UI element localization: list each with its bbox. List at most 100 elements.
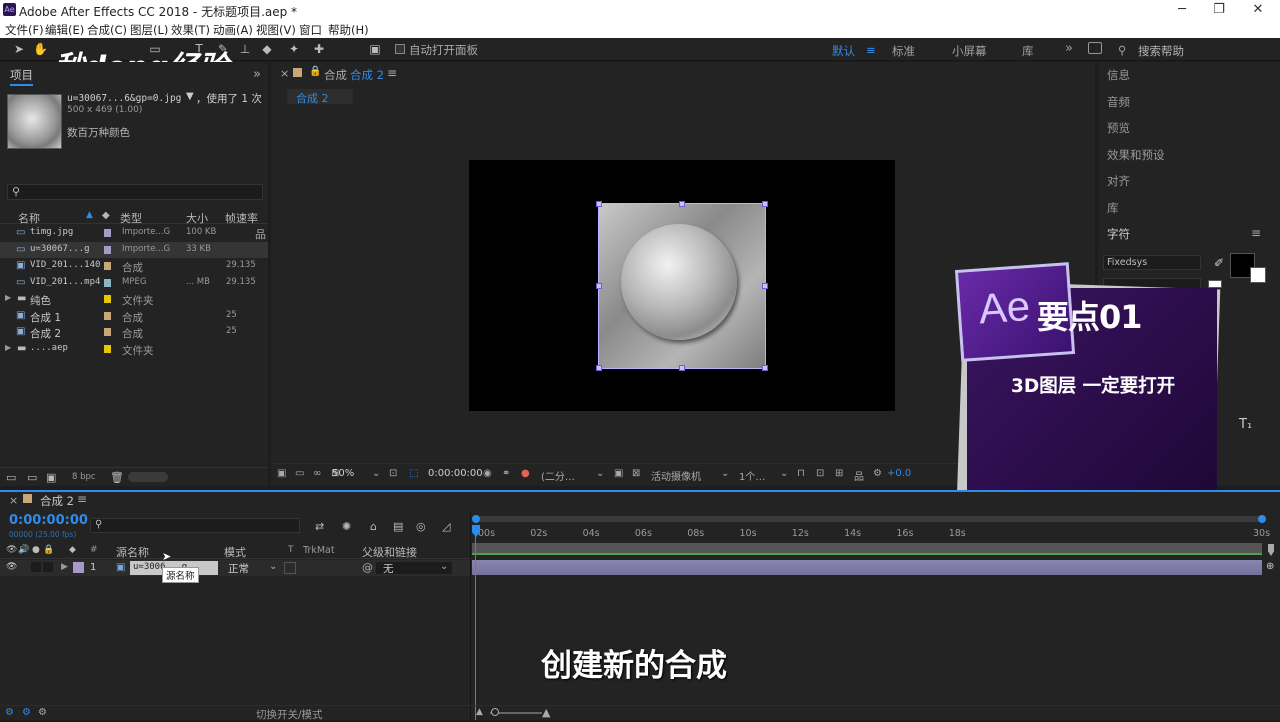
reset-exposure-icon[interactable]: ⚙ bbox=[873, 468, 882, 479]
transform-handle[interactable] bbox=[762, 365, 768, 371]
selection-tool-icon[interactable]: ➤ bbox=[12, 42, 26, 56]
zoom-slider-knob[interactable] bbox=[491, 708, 499, 716]
frame-blending-icon[interactable]: ▤ bbox=[393, 520, 403, 533]
zoom-out-icon[interactable]: ▲ bbox=[476, 707, 483, 717]
project-item-row[interactable]: ▬ ▶ ....aep 文件夹 bbox=[0, 341, 268, 357]
panel-effects-presets[interactable]: 效果和预设 bbox=[1107, 147, 1165, 163]
lock-toggle[interactable] bbox=[43, 562, 53, 572]
timeline-icon[interactable]: ⊡ bbox=[816, 468, 824, 479]
layer-switches-icon[interactable]: ⚙ bbox=[5, 707, 14, 718]
label-color-swatch[interactable] bbox=[104, 295, 111, 303]
label-column-icon[interactable]: ◆ bbox=[69, 545, 76, 555]
workspace-standard[interactable]: 标准 bbox=[892, 43, 915, 59]
preserve-transparency-checkbox[interactable] bbox=[284, 562, 296, 574]
column-name[interactable]: 名称 bbox=[18, 210, 40, 226]
views-dropdown-icon[interactable]: ⌄ bbox=[780, 468, 788, 479]
panel-menu-icon[interactable]: ≡ bbox=[387, 66, 397, 80]
resolution-select[interactable]: (二分… bbox=[541, 468, 575, 483]
transform-handle[interactable] bbox=[679, 201, 685, 207]
camera-select[interactable]: 活动摄像机 bbox=[651, 468, 701, 483]
menu-animation[interactable]: 动画(A) bbox=[213, 22, 253, 38]
zoom-dropdown-icon[interactable]: ⌄ bbox=[372, 468, 380, 479]
close-tab-icon[interactable]: × bbox=[9, 494, 18, 507]
draft-3d-icon[interactable]: ✺ bbox=[342, 520, 351, 533]
zoom-in-icon[interactable]: ▲ bbox=[542, 706, 550, 719]
always-preview-icon[interactable]: ▣ bbox=[277, 468, 286, 479]
menu-view[interactable]: 视图(V) bbox=[256, 22, 296, 38]
solo-toggle[interactable] bbox=[31, 562, 41, 572]
eraser-tool-icon[interactable]: ◆ bbox=[260, 42, 274, 56]
project-item-row[interactable]: ▭ u=30067...g Importe...G 33 KB bbox=[0, 241, 268, 258]
panel-expand-icon[interactable]: » bbox=[253, 67, 261, 82]
viewer-timecode[interactable]: 0:00:00:00 bbox=[428, 468, 483, 479]
modes-icon[interactable]: ⚙ bbox=[22, 707, 31, 718]
region-of-interest-icon[interactable]: ⬚ bbox=[409, 468, 418, 479]
views-select[interactable]: 1个… bbox=[739, 468, 765, 483]
timeline-layer-row[interactable]: 👁 ▶ 1 ▣ u=3006...g 正常 ⌄ @ 无 ⌄ bbox=[0, 560, 470, 576]
roto-brush-tool-icon[interactable]: ✦ bbox=[287, 42, 301, 56]
monitor-icon[interactable]: ▭ bbox=[295, 468, 304, 479]
label-color-swatch[interactable] bbox=[104, 262, 111, 270]
vr-icon[interactable]: ∞ bbox=[313, 468, 321, 479]
project-item-row[interactable]: ▣ VID_201...140 合成 29.135 bbox=[0, 258, 268, 274]
parent-select[interactable]: 无 bbox=[383, 561, 394, 576]
coin-image-layer[interactable] bbox=[596, 201, 768, 371]
menu-effect[interactable]: 效果(T) bbox=[171, 22, 210, 38]
resolution-dropdown-icon[interactable]: ⌄ bbox=[596, 468, 604, 479]
clone-stamp-tool-icon[interactable]: ⊥ bbox=[238, 42, 252, 56]
eyedropper-icon[interactable]: ✐ bbox=[1214, 256, 1224, 270]
white-swatch-icon[interactable] bbox=[1208, 280, 1222, 288]
label-color-swatch[interactable] bbox=[104, 229, 111, 237]
menu-edit[interactable]: 编辑(E) bbox=[45, 22, 84, 38]
menu-composition[interactable]: 合成(C) bbox=[87, 22, 127, 38]
project-item-row[interactable]: ▬ ▶ 纯色 文件夹 bbox=[0, 291, 268, 307]
work-area-start-handle[interactable] bbox=[472, 515, 480, 523]
timeline-timecode[interactable]: 0:00:00:00 bbox=[9, 513, 88, 528]
project-item-row[interactable]: ▭ timg.jpg Importe...G 100 KB bbox=[0, 225, 268, 241]
in-out-icon[interactable]: ⚙ bbox=[38, 707, 47, 718]
menu-layer[interactable]: 图层(L) bbox=[130, 22, 168, 38]
transform-handle[interactable] bbox=[596, 283, 602, 289]
zoom-select[interactable]: 50% bbox=[332, 468, 354, 479]
workspace-default[interactable]: 默认 bbox=[832, 43, 855, 59]
work-area-end-handle[interactable] bbox=[1258, 515, 1266, 523]
transform-handle[interactable] bbox=[762, 283, 768, 289]
comp-tab-name[interactable]: 合成 2 bbox=[350, 67, 384, 83]
minimize-button[interactable]: ─ bbox=[1172, 2, 1192, 17]
comp-mini-flowchart-icon[interactable]: ⇄ bbox=[315, 520, 324, 533]
transparency-grid-icon[interactable]: ⊠ bbox=[632, 468, 640, 479]
layer-duration-bar[interactable] bbox=[472, 560, 1262, 575]
timeline-tab[interactable]: 合成 2 bbox=[40, 493, 74, 509]
fast-preview-icon[interactable]: ⊓ bbox=[797, 468, 805, 479]
column-type[interactable]: 类型 bbox=[120, 210, 142, 226]
channel-icon[interactable]: ● bbox=[521, 468, 530, 479]
project-item-row[interactable]: ▣ 合成 2 合成 25 bbox=[0, 324, 268, 340]
panel-menu-icon[interactable]: ≡ bbox=[77, 492, 87, 506]
panel-audio[interactable]: 音频 bbox=[1107, 94, 1130, 110]
shy-icon[interactable]: ⌂ bbox=[370, 520, 377, 533]
menu-file[interactable]: 文件(F) bbox=[5, 22, 44, 38]
solo-column-icon[interactable]: ● bbox=[32, 545, 40, 555]
column-size[interactable]: 大小 bbox=[186, 210, 208, 226]
comp-breadcrumb[interactable]: 合成 2 bbox=[287, 89, 353, 105]
comp-button-icon[interactable]: ⊕ bbox=[1266, 561, 1274, 572]
show-snapshot-icon[interactable]: ⚭ bbox=[502, 468, 510, 479]
menu-help[interactable]: 帮助(H) bbox=[328, 22, 369, 38]
panel-align[interactable]: 对齐 bbox=[1107, 173, 1130, 189]
label-color-swatch[interactable] bbox=[104, 344, 111, 353]
exposure-value[interactable]: +0.0 bbox=[887, 468, 911, 479]
bit-depth-label[interactable]: 8 bpc bbox=[72, 472, 96, 482]
project-search-input[interactable]: ⚲ bbox=[7, 184, 263, 200]
stroke-color-swatch[interactable] bbox=[1250, 267, 1266, 283]
sort-ascending-icon[interactable]: ▲ bbox=[86, 210, 93, 220]
audio-column-icon[interactable]: 🔊 bbox=[18, 545, 29, 555]
expand-layer-icon[interactable]: ▶ bbox=[61, 562, 68, 572]
panel-menu-icon[interactable]: ≡ bbox=[1251, 226, 1261, 240]
work-area-bar[interactable] bbox=[472, 515, 1266, 523]
column-fps[interactable]: 帧速率 bbox=[225, 210, 258, 226]
visibility-toggle-icon[interactable]: 👁 bbox=[6, 562, 17, 572]
fit-icon[interactable]: ⊡ bbox=[389, 468, 397, 479]
hand-tool-icon[interactable]: ✋ bbox=[33, 42, 48, 56]
label-column-icon[interactable]: ◆ bbox=[102, 210, 110, 221]
transform-handle[interactable] bbox=[679, 365, 685, 371]
